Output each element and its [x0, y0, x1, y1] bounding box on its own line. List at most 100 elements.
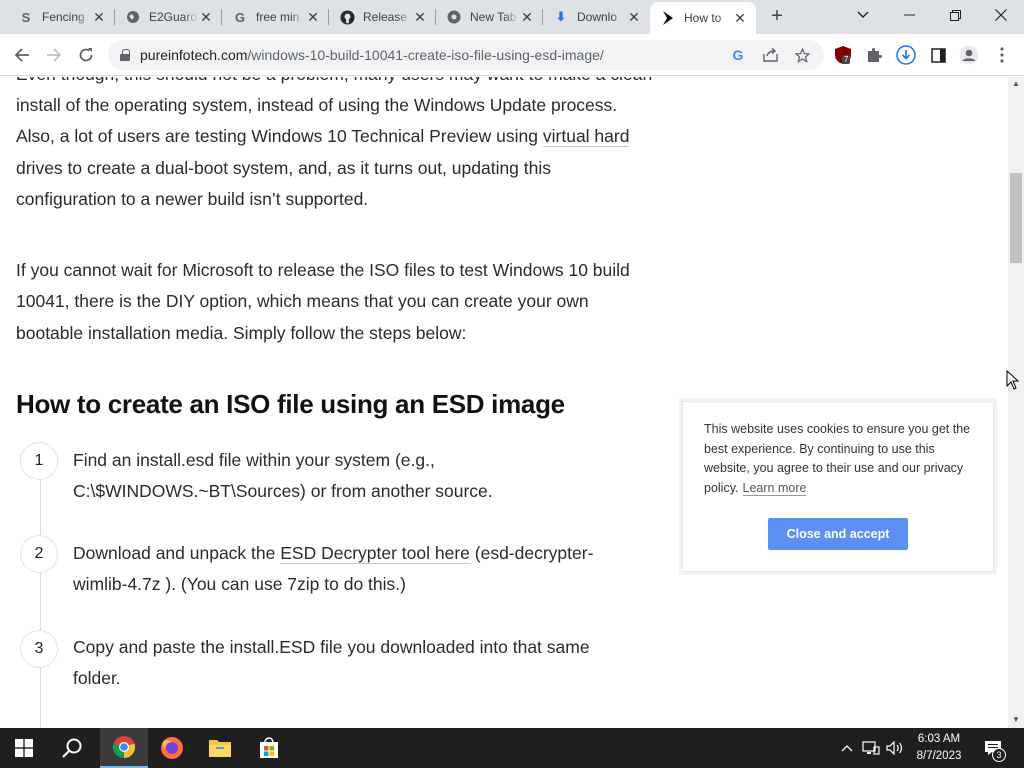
close-and-accept-button[interactable]: Close and accept	[768, 518, 908, 550]
browser-toolbar: pureinfotech.com/windows-10-build-10041-…	[0, 34, 1024, 76]
step-number: 3	[20, 630, 58, 668]
paragraph-line: drives to create a dual-boot system, and…	[16, 157, 552, 178]
close-icon[interactable]: ✕	[412, 9, 428, 25]
network-icon[interactable]	[860, 728, 882, 768]
tray-overflow-chevron-icon[interactable]	[838, 728, 856, 768]
minimize-button[interactable]	[886, 0, 932, 30]
step-line-text: Download and unpack the	[73, 543, 281, 563]
extension-badge: 7	[842, 55, 851, 64]
url-path: /windows-10-build-10041-create-iso-file-…	[247, 47, 604, 63]
ublock-extension-icon[interactable]: 7	[833, 45, 853, 65]
globe-icon	[125, 9, 141, 25]
restore-button[interactable]	[932, 0, 978, 30]
side-panel-icon[interactable]	[928, 45, 948, 65]
lock-icon[interactable]	[120, 49, 130, 61]
new-tab-button[interactable]: +	[766, 5, 788, 27]
paragraph-text: Also, a lot of users are testing Windows…	[16, 126, 543, 147]
paragraph-line: If you cannot wait for Microsoft to rele…	[16, 260, 630, 280]
step-text: Download and unpack the ESD Decrypter to…	[73, 538, 633, 601]
virtual-hard-drives-link[interactable]: virtual hard	[542, 126, 630, 148]
close-icon[interactable]: ✕	[198, 9, 214, 25]
tab-search-icon[interactable]	[840, 0, 886, 30]
tab-e2guard[interactable]: E2Guard ✕	[115, 0, 222, 34]
chrome-icon	[446, 9, 462, 25]
profile-avatar-icon[interactable]	[959, 45, 979, 65]
paragraph-line: Also, a lot of users are testing Windows…	[16, 121, 630, 152]
stripe-s-icon: S	[21, 9, 31, 25]
search-icon	[62, 738, 82, 758]
tab-github[interactable]: Release ✕	[329, 0, 436, 34]
google-translate-icon[interactable]: G	[730, 47, 746, 63]
tab-title: Fencing	[42, 10, 85, 24]
url-text: pureinfotech.com/windows-10-build-10041-…	[140, 47, 604, 63]
step-line-text: (esd-decrypter-	[469, 543, 594, 563]
url-domain: pureinfotech.com	[140, 47, 248, 63]
back-button[interactable]	[8, 41, 36, 69]
scroll-up-arrow-icon[interactable]: ▲	[1012, 79, 1020, 88]
tab-google[interactable]: G free min ✕	[222, 0, 329, 34]
scroll-thumb[interactable]	[1010, 173, 1022, 263]
tab-how-to[interactable]: How to ✕	[650, 2, 756, 34]
close-icon[interactable]: ✕	[91, 9, 107, 25]
taskbar-chrome[interactable]	[100, 728, 148, 768]
step-number: 1	[20, 442, 58, 480]
search-button[interactable]	[48, 728, 96, 768]
paragraph-line: 10041, there is the DIY option, which me…	[16, 291, 589, 312]
tab-download[interactable]: ⬇ Downlo ✕	[543, 0, 650, 34]
intro-cutoff-line: Even though, this should not be a proble…	[16, 77, 652, 90]
step-text: Copy and paste the install.ESD file you …	[73, 632, 633, 695]
firefox-icon	[161, 737, 183, 759]
scroll-down-arrow-icon[interactable]: ▼	[1012, 715, 1020, 724]
folder-icon	[209, 740, 231, 757]
reload-button[interactable]	[72, 41, 100, 69]
paragraph-line: install of the operating system, instead…	[16, 95, 618, 115]
close-icon[interactable]: ✕	[305, 9, 321, 25]
paragraph-2: If you cannot wait for Microsoft to rele…	[16, 255, 630, 349]
menu-kebab-icon[interactable]	[992, 45, 1012, 65]
share-icon[interactable]	[762, 47, 778, 63]
clock-time: 6:03 AM	[917, 733, 961, 745]
steps-connector-line	[40, 455, 41, 728]
downloads-icon[interactable]	[896, 45, 916, 65]
pureinfotech-icon	[660, 10, 676, 26]
taskbar-clock[interactable]: 6:03 AM 8/7/2023	[908, 731, 970, 765]
taskbar-file-explorer[interactable]	[196, 728, 244, 768]
step-line: C:\$WINDOWS.~BT\Sources) or from another…	[73, 481, 493, 502]
tab-title: Release	[363, 10, 408, 24]
step-line: wimlib-4.7z ). (You can use 7zip to do t…	[73, 574, 406, 595]
tab-title: How to	[684, 11, 722, 25]
close-window-button[interactable]	[978, 0, 1024, 30]
extensions-puzzle-icon[interactable]	[864, 45, 884, 65]
github-icon	[339, 9, 355, 25]
start-button[interactable]	[0, 728, 48, 768]
tab-title: E2Guard	[149, 10, 198, 24]
paragraph-line: configuration to a newer build isn’t sup…	[16, 188, 369, 209]
paragraph-line: bootable installation media. Simply foll…	[16, 322, 467, 343]
page-scrollbar[interactable]: ▲ ▼	[1008, 77, 1024, 728]
step-line: folder.	[73, 668, 121, 689]
close-icon[interactable]: ✕	[732, 10, 748, 26]
address-bar[interactable]: pureinfotech.com/windows-10-build-10041-…	[108, 40, 824, 70]
section-heading: How to create an ISO file using an ESD i…	[16, 389, 565, 419]
step-text: Find an install.esd file within your sys…	[73, 445, 633, 508]
forward-button[interactable]	[40, 41, 68, 69]
close-icon[interactable]: ✕	[519, 9, 535, 25]
taskbar-firefox[interactable]	[148, 728, 196, 768]
esd-decrypter-link[interactable]: ESD Decrypter tool here	[280, 543, 470, 564]
clock-date: 8/7/2023	[916, 750, 962, 762]
windows-logo-icon	[15, 739, 33, 757]
tab-title: New Tab	[470, 10, 517, 24]
learn-more-link[interactable]: Learn more	[742, 480, 807, 496]
bookmark-star-icon[interactable]	[794, 47, 810, 63]
notification-count-badge: 3	[992, 748, 1006, 762]
google-g-icon: G	[234, 9, 246, 25]
tab-strip: S Fencing ✕ E2Guard ✕ G free min ✕ Relea…	[0, 0, 1024, 34]
taskbar-store[interactable]	[245, 728, 293, 768]
store-icon	[260, 737, 278, 758]
tab-title: Downlo	[577, 10, 618, 24]
cookie-banner: This website uses cookies to ensure you …	[682, 401, 994, 572]
tab-new-tab[interactable]: New Tab ✕	[436, 0, 543, 34]
close-icon[interactable]: ✕	[626, 9, 642, 25]
tab-fencing[interactable]: S Fencing ✕	[8, 0, 115, 34]
volume-icon[interactable]	[884, 728, 906, 768]
